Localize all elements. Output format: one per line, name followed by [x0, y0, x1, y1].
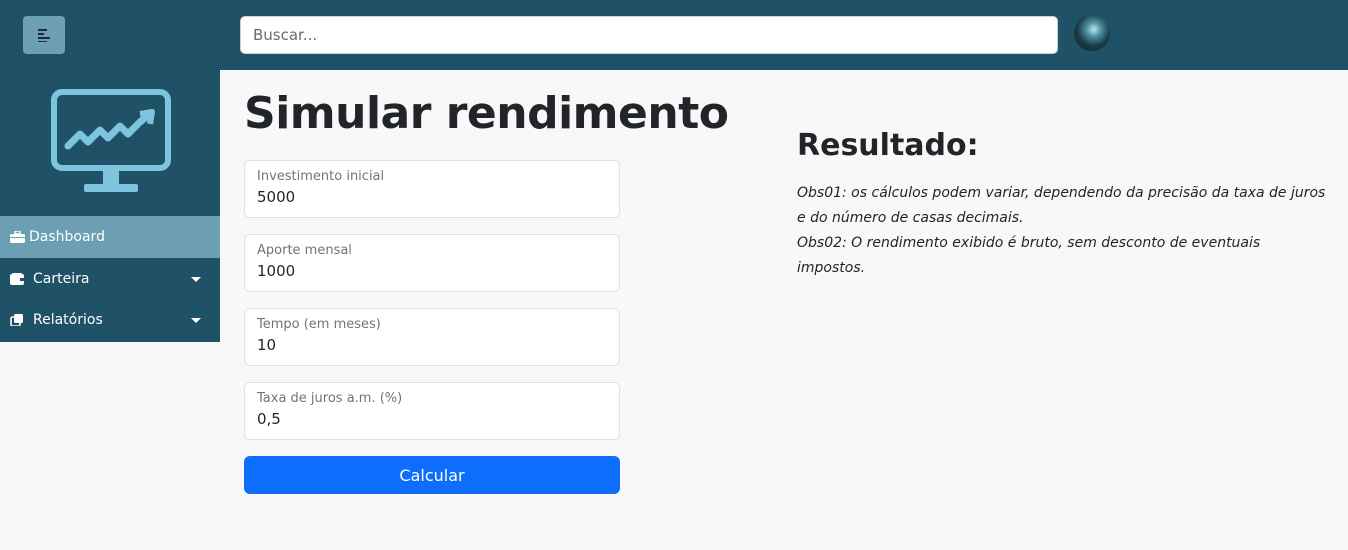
field-label: Investimento inicial — [257, 169, 385, 184]
sidebar: Dashboard Carteira Relatórios — [0, 70, 220, 342]
field-value[interactable]: 1000 — [257, 262, 295, 280]
result-title: Resultado: — [797, 128, 979, 163]
sidebar-toggle-button[interactable] — [23, 16, 65, 54]
copy-icon — [10, 314, 23, 326]
result-notes: Obs01: os cálculos podem variar, depende… — [797, 181, 1327, 281]
sidebar-item-label: Carteira — [33, 271, 90, 287]
calculate-button[interactable]: Calcular — [244, 456, 620, 494]
monitor-chart-icon — [51, 89, 171, 192]
time-months-field[interactable]: Tempo (em meses) 10 — [244, 308, 620, 366]
chevron-down-icon — [191, 277, 201, 282]
field-label: Tempo (em meses) — [257, 317, 381, 332]
sidebar-item-relatorios[interactable]: Relatórios — [0, 299, 220, 341]
search-input[interactable] — [240, 16, 1058, 54]
sidebar-item-label: Dashboard — [29, 229, 105, 245]
sidebar-item-carteira[interactable]: Carteira — [0, 258, 220, 300]
sidebar-item-dashboard[interactable]: Dashboard — [0, 216, 220, 258]
briefcase-icon — [10, 231, 25, 243]
user-avatar[interactable] — [1074, 15, 1110, 51]
page-title: Simular rendimento — [244, 88, 729, 139]
field-label: Aporte mensal — [257, 243, 352, 258]
interest-rate-field[interactable]: Taxa de juros a.m. (%) 0,5 — [244, 382, 620, 440]
obs01-note: Obs01: os cálculos podem variar, depende… — [797, 185, 1326, 226]
initial-investment-field[interactable]: Investimento inicial 5000 — [244, 160, 620, 218]
field-value[interactable]: 5000 — [257, 188, 295, 206]
field-label: Taxa de juros a.m. (%) — [257, 391, 403, 406]
sidebar-toggle-icon — [38, 29, 50, 42]
top-navbar — [0, 0, 1348, 70]
wallet-icon — [10, 273, 24, 285]
obs02-note: Obs02: O rendimento exibido é bruto, sem… — [797, 235, 1261, 276]
field-value[interactable]: 10 — [257, 336, 276, 354]
chevron-down-icon — [191, 318, 201, 323]
sidebar-item-label: Relatórios — [33, 312, 103, 328]
monthly-contribution-field[interactable]: Aporte mensal 1000 — [244, 234, 620, 292]
field-value[interactable]: 0,5 — [257, 410, 281, 428]
